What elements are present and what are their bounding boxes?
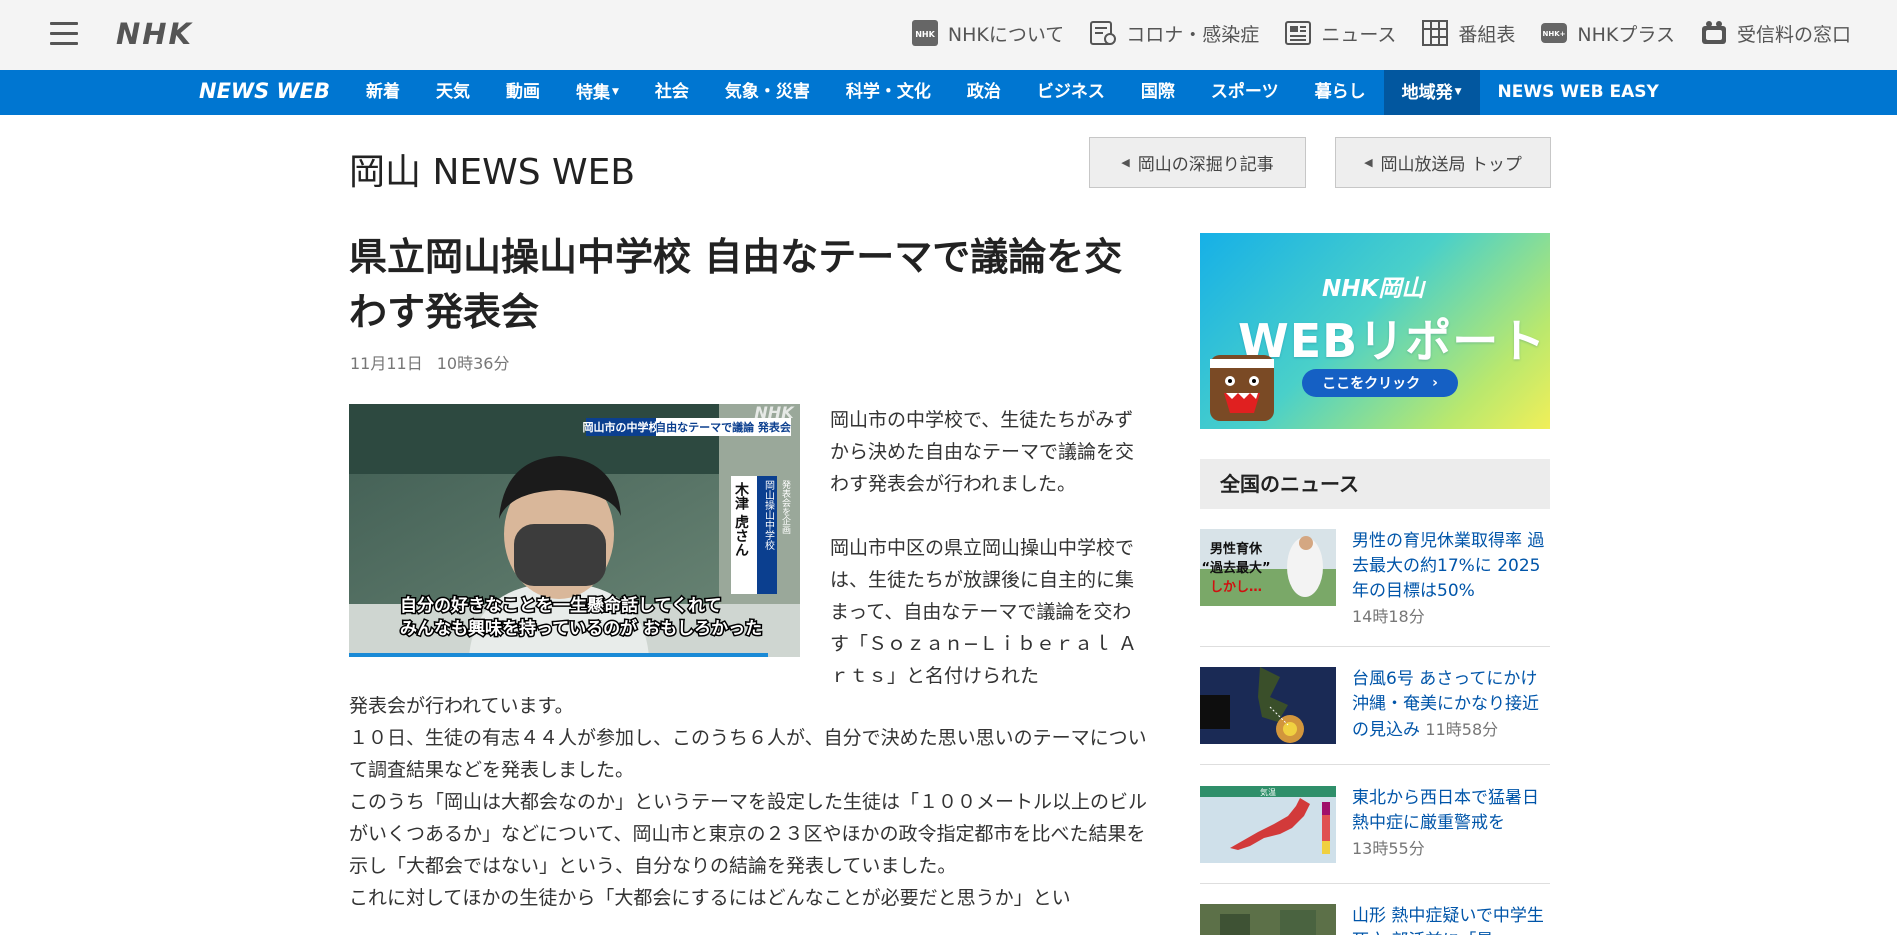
nav-item-politics[interactable]: 政治: [949, 70, 1019, 115]
domo-mascot-icon: [1210, 355, 1274, 421]
article-body: 発表会が行われています。 １０日、生徒の有志４４人が参加し、このうち６人が、自分…: [349, 690, 1149, 914]
news-item[interactable]: 台風6号 あさってにかけ沖縄・奄美にかなり接近の見込み 11時58分: [1200, 667, 1550, 747]
reception-fee-icon: [1699, 18, 1729, 48]
article-lead: 岡山市の中学校で、生徒たちがみずから決めた自由なテーマで議論を交わす発表会が行わ…: [830, 404, 1146, 692]
news-web-logo[interactable]: NEWS WEB: [199, 79, 330, 103]
station-top-button[interactable]: ◀ 岡山放送局 トップ: [1335, 137, 1551, 188]
nav-item-easy[interactable]: NEWS WEB EASY: [1480, 70, 1677, 115]
header-link-nhk-plus[interactable]: NHK+ NHKプラス: [1539, 18, 1675, 48]
header-link-label: ニュース: [1321, 23, 1397, 46]
corona-info-icon: [1088, 18, 1118, 48]
nhk-logo[interactable]: NHK: [116, 17, 193, 51]
caption-person-name: 木津 虎さん: [733, 481, 750, 557]
thumb-caption-3: しかし…: [1210, 580, 1262, 595]
top-header: NHK NHK NHKについて コロナ・感染症 ニュース 番組表 NHK+ NH…: [0, 0, 1897, 70]
nav-item-video[interactable]: 動画: [488, 70, 558, 115]
nav-items: 新着 天気 動画 特集 ▼ 社会 気象・災害 科学・文化 政治 ビジネス 国際 ス…: [348, 70, 1677, 115]
web-report-banner[interactable]: NHK岡山 WEBリポート ここをクリック ›: [1200, 233, 1550, 429]
divider: [1200, 764, 1550, 765]
subtitle-line-2: みんなも興味を持っているのが おもしろかった: [400, 618, 762, 639]
svg-text:NHK: NHK: [915, 30, 935, 39]
body-paragraph: これに対してほかの生徒から「大都会にするにはどんなことが必要だと思うか」とい: [349, 887, 1071, 909]
header-link-label: NHKプラス: [1577, 23, 1675, 46]
thumb-caption-2: “過去最大”: [1201, 560, 1270, 576]
news-time: 13時55分: [1352, 839, 1425, 858]
dropdown-caret-icon: ▼: [1454, 87, 1462, 97]
subtitle-line-1: 自分の好きなことを一生懸命話してくれて: [400, 595, 721, 616]
nav-item-international[interactable]: 国際: [1123, 70, 1193, 115]
caption-topic: 自由なテーマで議論 発表会: [655, 420, 792, 434]
nav-item-new[interactable]: 新着: [348, 70, 418, 115]
news-time: 14時18分: [1352, 607, 1425, 626]
thumb-caption-1: 男性育休: [1210, 541, 1263, 557]
caption-school: 岡山操山中学校: [763, 480, 775, 551]
banner-title: WEBリポート: [1238, 314, 1547, 368]
nav-item-business[interactable]: ビジネス: [1019, 70, 1123, 115]
nav-item-science[interactable]: 科学・文化: [828, 70, 949, 115]
news-thumbnail: 男性育休 “過去最大” しかし…: [1200, 529, 1336, 606]
nhk-plus-icon: NHK+: [1539, 18, 1569, 48]
header-link-news[interactable]: ニュース: [1283, 18, 1396, 48]
caption-role: 発表会を企画: [780, 479, 791, 535]
program-guide-icon: [1420, 18, 1450, 48]
nav-item-regional[interactable]: 地域発 ▼: [1383, 70, 1480, 115]
main-nav: NEWS WEB 新着 天気 動画 特集 ▼ 社会 気象・災害 科学・文化 政治 …: [0, 70, 1897, 115]
body-paragraph: このうち「岡山は大都会なのか」というテーマを設定した生徒は「１００メートル以上の…: [349, 791, 1148, 877]
dropdown-caret-icon: ▼: [612, 87, 619, 97]
header-links: NHK NHKについて コロナ・感染症 ニュース 番組表 NHK+ NHKプラス…: [910, 18, 1851, 48]
nav-item-disaster[interactable]: 気象・災害: [707, 70, 828, 115]
deep-dive-articles-button[interactable]: ◀ 岡山の深掘り記事: [1089, 137, 1306, 188]
chevron-right-icon: ›: [1432, 375, 1438, 391]
header-link-label: NHKについて: [947, 23, 1065, 46]
body-paragraph: １０日、生徒の有志４４人が参加し、このうち６人が、自分で決めた思い思いのテーマに…: [349, 727, 1147, 781]
national-news-heading: 全国のニュース: [1200, 459, 1550, 509]
video-watermark-logo: NHK: [754, 404, 795, 422]
nav-item-society[interactable]: 社会: [637, 70, 707, 115]
nav-item-life[interactable]: 暮らし: [1297, 70, 1384, 115]
divider: [1200, 646, 1550, 647]
menu-icon[interactable]: [50, 22, 78, 46]
lead-paragraph: 岡山市中区の県立岡山操山中学校では、生徒たちが放課後に自主的に集まって、自由なテ…: [830, 537, 1137, 687]
nav-item-features[interactable]: 特集 ▼: [558, 70, 637, 115]
header-link-corona[interactable]: コロナ・感染症: [1088, 18, 1259, 48]
video-captions: 岡山市の中学校 自由なテーマで議論 発表会 NHK 木津 虎さん 岡山操山中学校…: [399, 404, 796, 641]
body-paragraph: 発表会が行われています。: [349, 695, 574, 717]
article-video-thumbnail[interactable]: 岡山市の中学校 自由なテーマで議論 発表会 NHK 木津 虎さん 岡山操山中学校…: [349, 404, 800, 657]
header-link-label: コロナ・感染症: [1126, 23, 1260, 46]
header-link-about[interactable]: NHK NHKについて: [910, 18, 1064, 48]
article-date: 11月11日 10時36分: [350, 354, 510, 373]
header-link-program-guide[interactable]: 番組表: [1420, 18, 1515, 48]
banner-click-button[interactable]: ここをクリック ›: [1302, 369, 1458, 397]
caption-location: 岡山市の中学校: [583, 420, 661, 434]
header-link-label: 受信料の窓口: [1736, 23, 1851, 46]
news-thumbnail: [1200, 667, 1336, 744]
news-item[interactable]: 気温 東北から西日本で猛暑日 熱中症に厳重警戒を 13時55分: [1200, 786, 1550, 866]
news-thumbnail: [1200, 904, 1336, 935]
divider: [1200, 883, 1550, 884]
news-time: 11時58分: [1425, 720, 1499, 739]
triangle-left-icon: ◀: [1364, 156, 1373, 169]
nav-item-weather[interactable]: 天気: [418, 70, 488, 115]
svg-text:NHK+: NHK+: [1543, 30, 1566, 38]
thumb-label: 気温: [1260, 787, 1276, 797]
lead-paragraph: 岡山市の中学校で、生徒たちがみずから決めた自由なテーマで議論を交わす発表会が行わ…: [830, 409, 1135, 495]
news-link[interactable]: 男性の育児休業取得率 過去最大の約17%に 2025年の目標は50% 14時18…: [1352, 529, 1550, 630]
news-thumbnail: 気温: [1200, 786, 1336, 863]
video-progress-bar: [349, 653, 769, 657]
nhk-logo-icon: NHK: [910, 18, 940, 48]
header-link-reception-fee[interactable]: 受信料の窓口: [1699, 18, 1851, 48]
header-link-label: 番組表: [1458, 23, 1516, 46]
nav-item-sports[interactable]: スポーツ: [1193, 70, 1297, 115]
news-link[interactable]: 山形 熱中症疑いで中学生死亡 部活前に「暑: [1352, 904, 1550, 935]
page-title[interactable]: 岡山 NEWS WEB: [349, 143, 635, 195]
article-headline: 県立岡山操山中学校 自由なテーマで議論を交わす発表会: [349, 235, 1123, 334]
news-icon: [1283, 18, 1313, 48]
news-link[interactable]: 東北から西日本で猛暑日 熱中症に厳重警戒を 13時55分: [1352, 786, 1550, 862]
banner-brand: NHK岡山: [1322, 276, 1425, 302]
triangle-left-icon: ◀: [1121, 156, 1130, 169]
news-item[interactable]: 山形 熱中症疑いで中学生死亡 部活前に「暑: [1200, 904, 1550, 935]
news-link[interactable]: 台風6号 あさってにかけ沖縄・奄美にかなり接近の見込み 11時58分: [1352, 667, 1550, 743]
news-item[interactable]: 男性育休 “過去最大” しかし… 男性の育児休業取得率 過去最大の約17%に 2…: [1200, 529, 1550, 629]
